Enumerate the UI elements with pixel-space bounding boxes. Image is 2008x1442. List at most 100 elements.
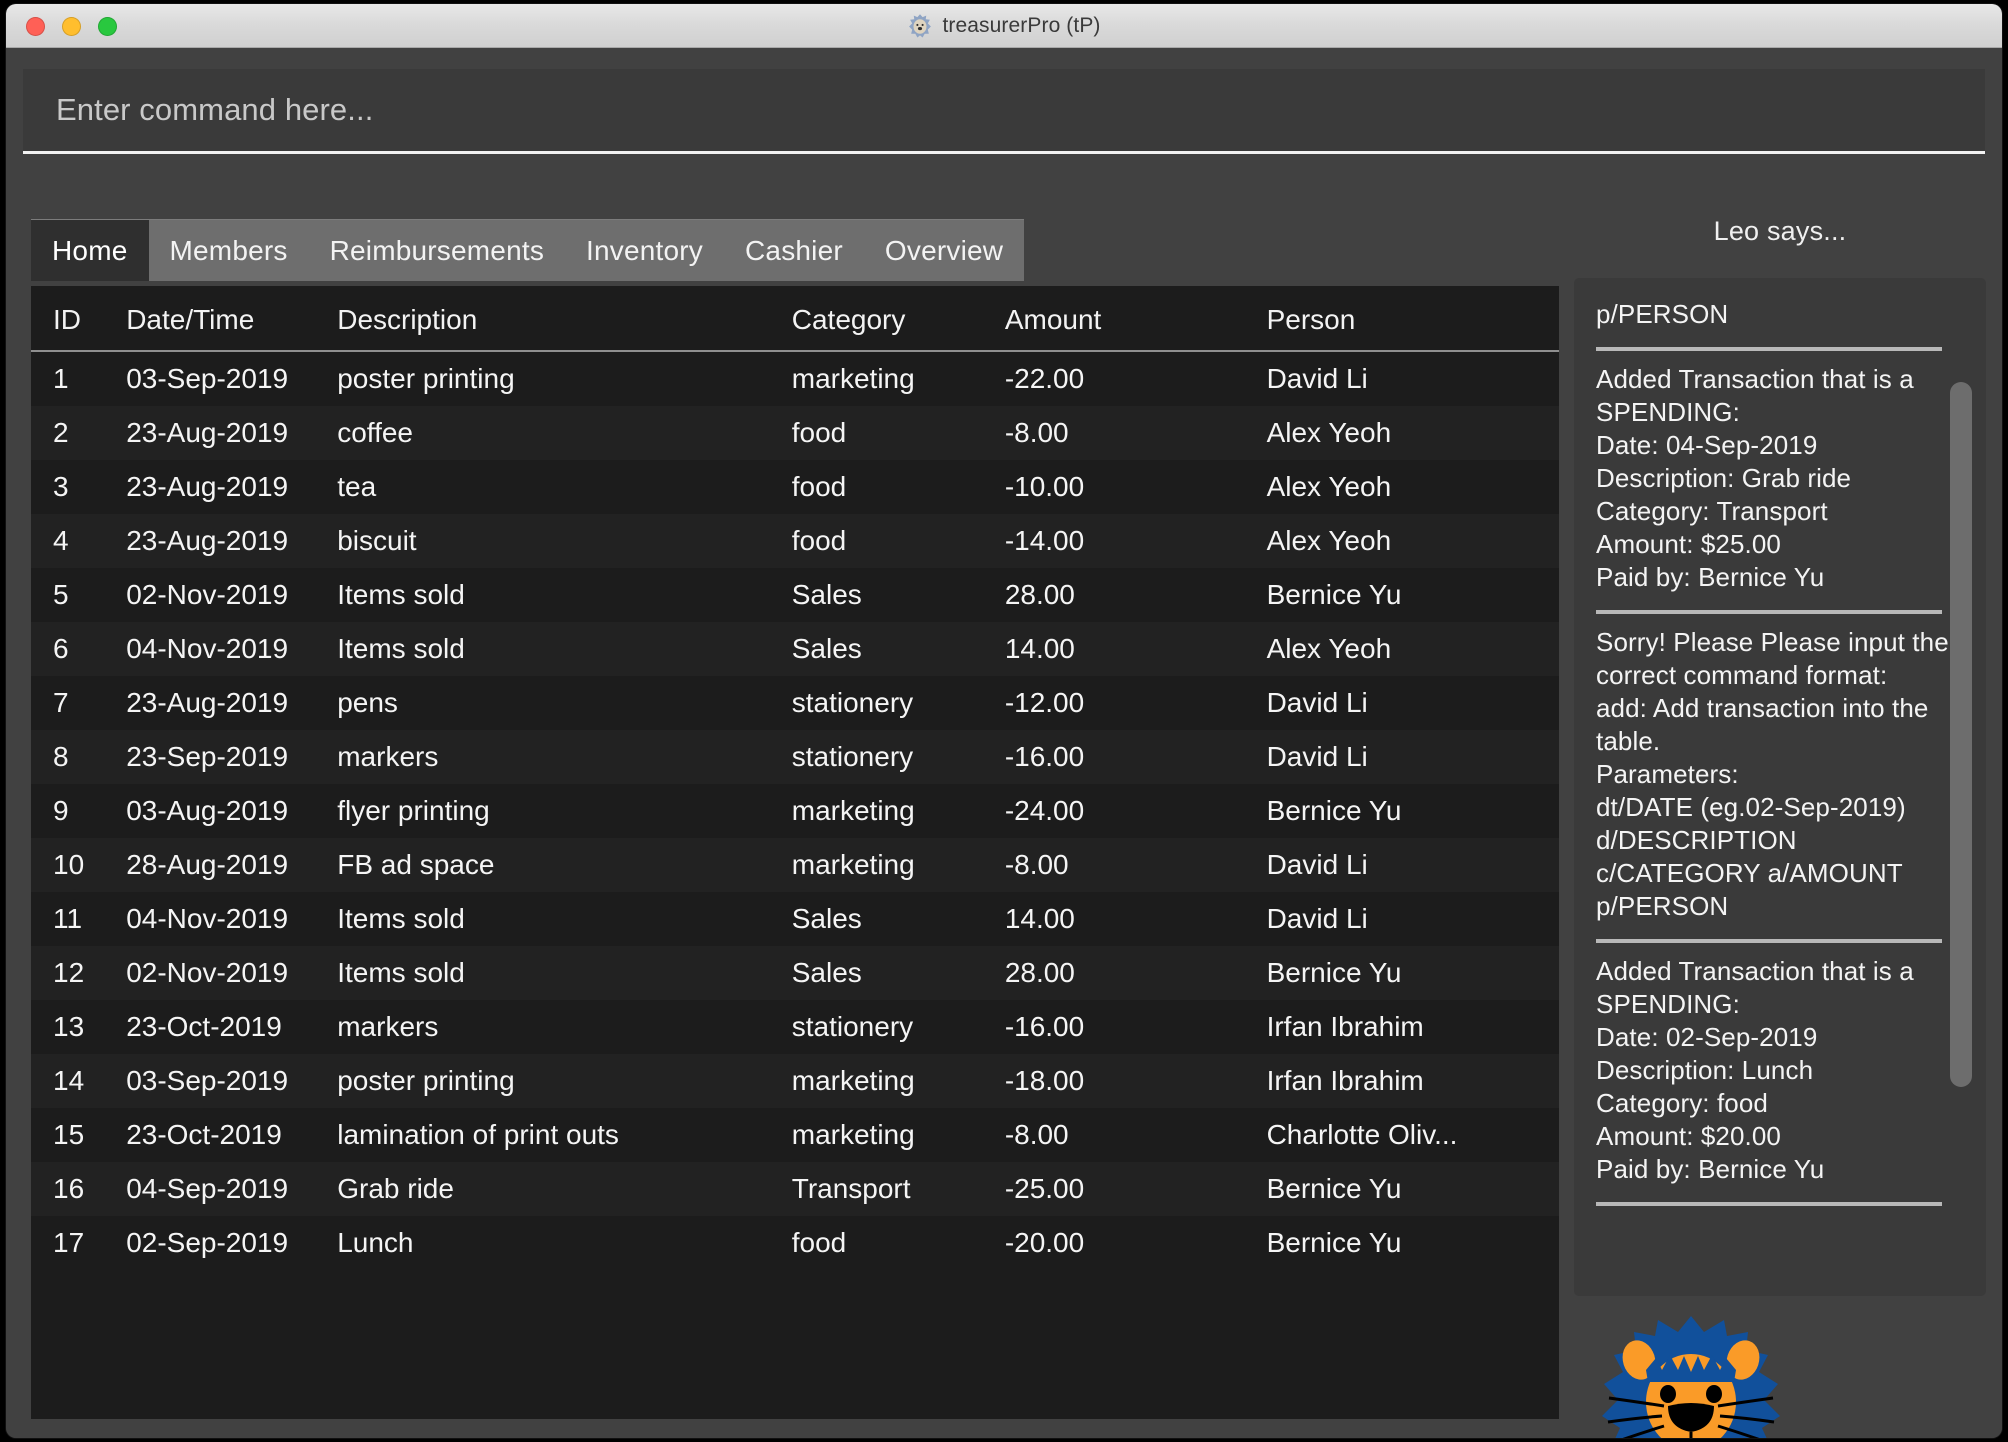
table-row[interactable]: 11 04-Nov-2019 Items sold Sales 14.00 David L… (31, 892, 1559, 946)
cell-category: stationery (791, 1011, 914, 1042)
cell-amount: 28.00 (1004, 957, 1075, 988)
tab-members[interactable]: Members (149, 220, 309, 281)
cell-person: Alex Yeoh (1266, 471, 1392, 502)
cell-datetime: 23-Oct-2019 (126, 1011, 282, 1042)
cell-amount: -20.00 (1004, 1227, 1085, 1258)
table-row[interactable]: 1 03-Sep-2019 poster printing marketing -22.… (31, 351, 1559, 406)
feedback-scrollbar-thumb[interactable] (1950, 382, 1972, 1087)
tab-reimbursements[interactable]: Reimbursements (309, 220, 565, 281)
feedback-message: p/PERSON (1596, 298, 1960, 337)
cell-description: biscuit (337, 525, 417, 556)
cell-person: Charlotte Oliv... (1266, 1119, 1458, 1150)
cell-category: marketing (791, 363, 915, 394)
column-header-amount[interactable]: Amount (992, 286, 1255, 352)
cell-id: 14 (53, 1065, 85, 1096)
column-header-datetime[interactable]: Date/Time (114, 286, 326, 352)
table-row[interactable]: 3 23-Aug-2019 tea food -10.00 Alex Yeoh (31, 460, 1559, 514)
cell-person: Bernice Yu (1266, 1227, 1402, 1258)
cell-datetime: 23-Aug-2019 (126, 687, 289, 718)
table-header-row: ID Date/Time Description Category Amount… (31, 286, 1559, 352)
feedback-message: Added Transaction that is a SPENDING: Dat… (1596, 363, 1960, 600)
table-row[interactable]: 6 04-Nov-2019 Items sold Sales 14.00 Alex Yeo… (31, 622, 1559, 676)
feedback-panel[interactable]: p/PERSON Added Transaction that is a SPEN… (1574, 278, 1986, 1296)
cell-description: Items sold (337, 633, 465, 664)
feedback-line: Date: 02-Sep-2019 (1596, 1022, 1818, 1052)
table-row[interactable]: 16 04-Sep-2019 Grab ride Transport -25.00 Ber… (31, 1162, 1559, 1216)
cell-person: Alex Yeoh (1266, 525, 1392, 556)
column-header-category[interactable]: Category (779, 286, 993, 352)
table-row[interactable]: 14 03-Sep-2019 poster printing marketing -18… (31, 1054, 1559, 1108)
table-row[interactable]: 17 02-Sep-2019 Lunch food -20.00 Bernice Yu (31, 1216, 1559, 1270)
tab-overview[interactable]: Overview (864, 220, 1024, 281)
feedback-line: Added Transaction that is a SPENDING: (1596, 956, 1914, 1019)
cell-id: 17 (53, 1227, 85, 1258)
table-row[interactable]: 13 23-Oct-2019 markers stationery -16.00 Irfa… (31, 1000, 1559, 1054)
feedback-line: c/CATEGORY a/AMOUNT p/PERSON (1596, 858, 1903, 921)
title-bar: treasurerPro (tP) (6, 4, 2002, 48)
column-header-id[interactable]: ID (31, 286, 115, 352)
tab-label: Members (169, 234, 288, 266)
column-header-person[interactable]: Person (1254, 286, 1559, 352)
feedback-line: Category: food (1596, 1088, 1768, 1118)
lion-icon (909, 14, 932, 38)
feedback-scrollbar-track[interactable] (1950, 330, 1979, 1280)
tab-strip: Home Members Reimbursements Inventory Cashie… (31, 219, 1025, 281)
cell-amount: 14.00 (1004, 633, 1075, 664)
tab-label: Overview (884, 234, 1004, 266)
cell-category: Sales (791, 633, 862, 664)
cell-category: food (791, 417, 847, 448)
cell-amount: -10.00 (1004, 471, 1085, 502)
tab-home[interactable]: Home (31, 220, 149, 281)
cell-id: 9 (53, 795, 69, 826)
cell-id: 11 (53, 903, 83, 934)
cell-description: Lunch (337, 1227, 414, 1258)
cell-amount: -25.00 (1004, 1173, 1085, 1204)
feedback-divider (1596, 1202, 1942, 1206)
cell-category: Sales (791, 957, 862, 988)
cell-amount: -12.00 (1004, 687, 1085, 718)
feedback-line: Category: Transport (1596, 496, 1828, 526)
table-row[interactable]: 10 28-Aug-2019 FB ad space marketing -8.00 Da… (31, 838, 1559, 892)
lion-logo (1602, 1316, 1780, 1438)
cell-datetime: 23-Aug-2019 (126, 417, 289, 448)
table-row[interactable]: 5 02-Nov-2019 Items sold Sales 28.00 Bernice … (31, 568, 1559, 622)
cell-amount: -8.00 (1004, 417, 1069, 448)
table-row[interactable]: 8 23-Sep-2019 markers stationery -16.00 David… (31, 730, 1559, 784)
cell-description: Items sold (337, 579, 465, 610)
transactions-panel[interactable]: ID Date/Time Description Category Amount… (31, 286, 1559, 1419)
cell-amount: 28.00 (1004, 579, 1075, 610)
feedback-line: Sorry! Please Please input the correct c… (1596, 627, 1949, 690)
cell-id: 2 (53, 417, 69, 448)
column-header-description[interactable]: Description (325, 286, 780, 352)
command-input[interactable] (23, 92, 1985, 128)
cell-person: David Li (1266, 687, 1368, 718)
cell-category: marketing (791, 849, 915, 880)
table-row[interactable]: 7 23-Aug-2019 pens stationery -12.00 David Li (31, 676, 1559, 730)
cell-id: 7 (53, 687, 69, 718)
cell-person: Bernice Yu (1266, 957, 1402, 988)
window-body: Home Members Reimbursements Inventory Cashie… (6, 48, 2002, 1438)
table-row[interactable]: 2 23-Aug-2019 coffee food -8.00 Alex Yeoh (31, 406, 1559, 460)
cell-category: food (791, 525, 847, 556)
tab-label: Cashier (745, 234, 843, 266)
window-title-group: treasurerPro (tP) (6, 4, 2002, 48)
feedback-message: Sorry! Please Please input the correct c… (1596, 626, 1960, 929)
cell-datetime: 23-Aug-2019 (126, 525, 289, 556)
cell-datetime: 04-Nov-2019 (126, 633, 289, 664)
tab-inventory[interactable]: Inventory (565, 220, 724, 281)
table-row[interactable]: 4 23-Aug-2019 biscuit food -14.00 Alex Yeoh (31, 514, 1559, 568)
cell-datetime: 23-Oct-2019 (126, 1119, 282, 1150)
cell-category: Transport (791, 1173, 911, 1204)
cell-datetime: 02-Nov-2019 (126, 957, 289, 988)
table-body: 1 03-Sep-2019 poster printing marketing -22.… (31, 351, 1559, 1270)
table-row[interactable]: 12 02-Nov-2019 Items sold Sales 28.00 Bernice… (31, 946, 1559, 1000)
tab-cashier[interactable]: Cashier (724, 220, 864, 281)
feedback-messages: p/PERSON Added Transaction that is a SPEN… (1574, 278, 1986, 1296)
cell-amount: -8.00 (1004, 1119, 1069, 1150)
table-row[interactable]: 15 23-Oct-2019 lamination of print outs mar… (31, 1108, 1559, 1162)
table-row[interactable]: 9 03-Aug-2019 flyer printing marketing -24.0… (31, 784, 1559, 838)
cell-amount: -18.00 (1004, 1065, 1085, 1096)
cell-category: marketing (791, 1065, 915, 1096)
feedback-line: p/PERSON (1596, 299, 1729, 329)
table-header: ID Date/Time Description Category Amount… (31, 286, 1559, 352)
